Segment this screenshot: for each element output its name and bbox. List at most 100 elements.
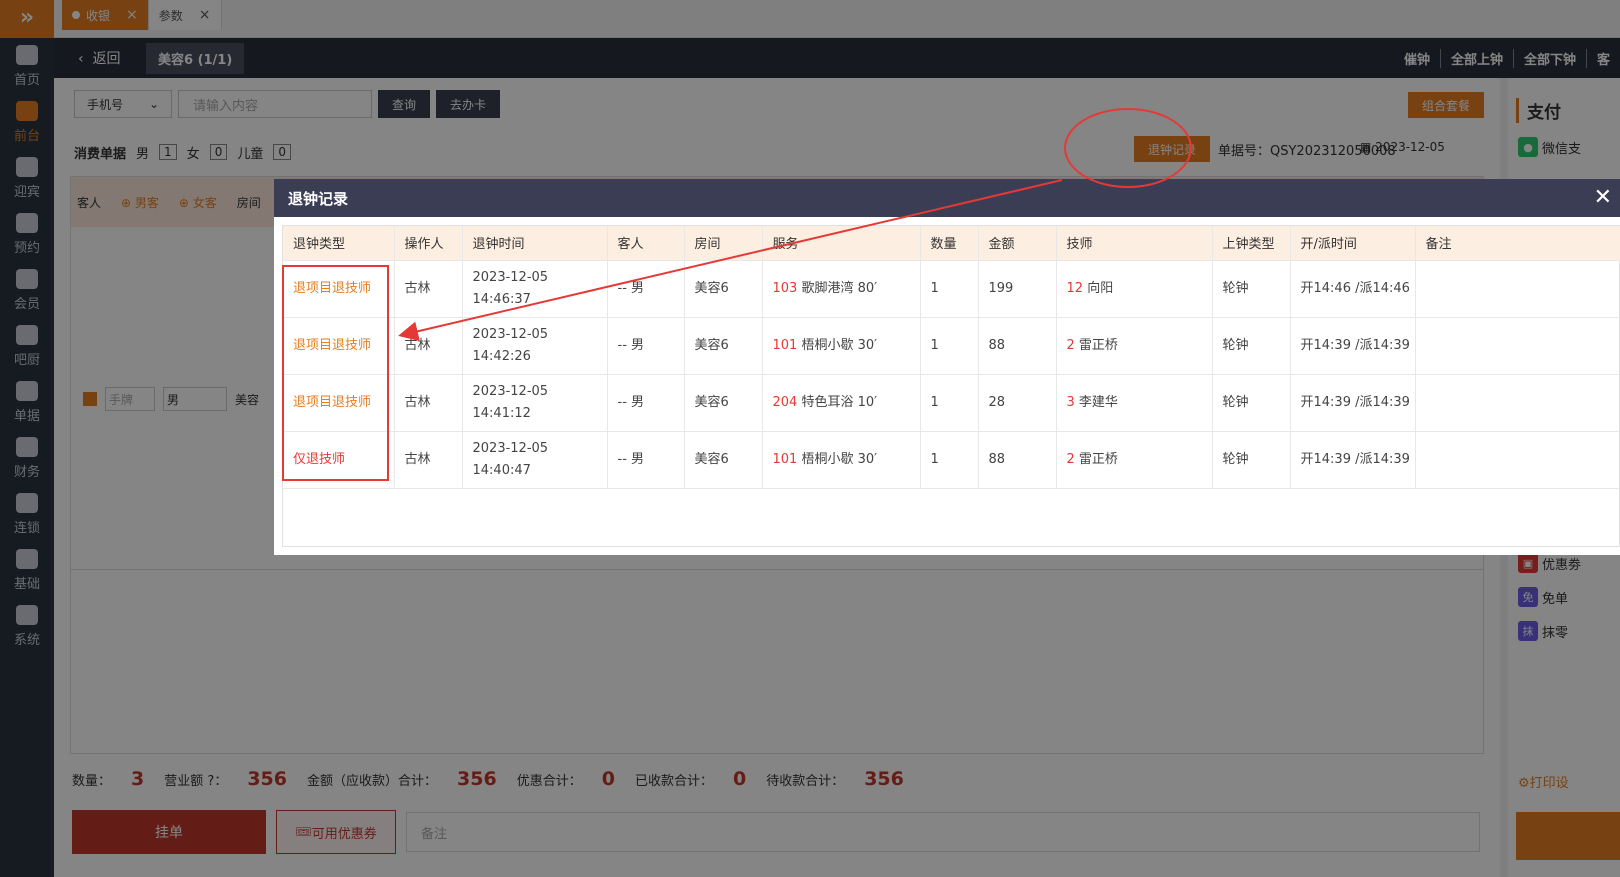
sidebar-item-3[interactable]: 预约 xyxy=(0,206,54,262)
room-chip[interactable]: 美容6 (1/1) xyxy=(146,42,245,74)
help-icon[interactable]: ? xyxy=(207,774,214,789)
room-cell: 美容6 xyxy=(684,260,763,318)
amount-cell: 88 xyxy=(978,317,1057,375)
sidebar-item-9[interactable]: 基础 xyxy=(0,542,54,598)
header-actions: 催钟 全部上钟 全部下钟 客 xyxy=(1394,48,1620,68)
room-value: 美容 xyxy=(235,392,260,407)
print-label: 打印设 xyxy=(1529,776,1569,791)
service-cell: 103 歌脚港湾 80′ xyxy=(762,260,921,318)
note-cell xyxy=(1415,431,1620,489)
erase-label: 抹零 xyxy=(1542,625,1569,641)
bill-date: ▦ 2023-12-05 xyxy=(1360,140,1445,154)
pay-coupon[interactable]: ▣ 优惠劵 xyxy=(1518,553,1620,573)
received-label: 已收款合计： xyxy=(634,774,713,789)
sidebar-item-label: 财务 xyxy=(13,464,40,480)
search-type-select[interactable]: 手机号 ⌄ xyxy=(74,90,172,118)
sidebar-item-label: 会员 xyxy=(13,296,40,312)
add-male-label: 男客 xyxy=(134,195,159,210)
print-settings-link[interactable]: ⚙打印设 xyxy=(1518,772,1569,791)
collapse-icon[interactable]: » xyxy=(0,0,54,38)
hang-order-button[interactable]: 挂单 xyxy=(72,810,266,854)
row-checkbox[interactable] xyxy=(83,392,97,406)
sidebar-item-label: 单据 xyxy=(13,408,40,424)
more-button[interactable]: 客 xyxy=(1585,48,1620,68)
close-icon[interactable]: × xyxy=(126,7,138,23)
free-label: 免单 xyxy=(1542,591,1569,607)
tab-params[interactable]: 参数 × xyxy=(148,0,222,30)
open_time-cell: 开14:39 /派14:39 xyxy=(1290,374,1416,432)
female-label: 女 xyxy=(186,146,200,162)
revenue-value: 356 xyxy=(247,768,287,790)
technician-number: 2 xyxy=(1066,451,1075,467)
tab-cashier[interactable]: 收银 × xyxy=(62,0,149,30)
coupon-button[interactable]: 🎟 可用优惠券 xyxy=(276,810,396,854)
clock_type-cell: 轮钟 xyxy=(1212,317,1291,375)
query-button[interactable]: 查询 xyxy=(378,90,431,118)
pay-erase[interactable]: 抹抹零 xyxy=(1518,621,1620,641)
sidebar-item-label: 系统 xyxy=(13,632,40,648)
qty-cell: 1 xyxy=(920,317,979,375)
sidebar-item-1[interactable]: 前台 xyxy=(0,94,54,150)
service-number: 101 xyxy=(772,451,798,467)
column-header: 上钟类型 xyxy=(1212,226,1291,261)
service-cell: 101 梧桐小歇 30′ xyxy=(762,317,921,375)
ticket-icon: 🎟 xyxy=(295,824,312,840)
revenue-text: 营业额 xyxy=(164,774,204,789)
all-start-button[interactable]: 全部上钟 xyxy=(1439,48,1513,68)
sidebar-item-6[interactable]: 单据 xyxy=(0,374,54,430)
calendar-icon xyxy=(16,212,38,233)
sidebar-item-4[interactable]: 会员 xyxy=(0,262,54,318)
qty-cell: 1 xyxy=(920,431,979,489)
search-input[interactable]: 请输入内容 xyxy=(178,90,372,118)
room-column: 房间 xyxy=(236,195,261,210)
amount-value: 356 xyxy=(457,768,497,790)
pay-free[interactable]: 免免单 xyxy=(1518,587,1620,607)
service-name: 梧桐小歇 30′ xyxy=(801,451,878,467)
wallet-icon xyxy=(16,436,38,457)
sidebar-item-5[interactable]: 吧厨 xyxy=(0,318,54,374)
pay-wechat[interactable]: ● 微信支 xyxy=(1518,137,1620,157)
amount-label: 金额（应收款）合计： xyxy=(307,774,438,789)
open_time-cell: 开14:39 /派14:39 xyxy=(1290,317,1416,375)
urge-button[interactable]: 催钟 xyxy=(1394,49,1440,68)
reception-icon xyxy=(16,156,38,177)
pay-button[interactable] xyxy=(1516,812,1620,860)
technician-number: 12 xyxy=(1066,280,1084,296)
back-button[interactable]: ‹ 返回 xyxy=(54,48,144,68)
column-header: 退钟时间 xyxy=(462,226,608,261)
sidebar-item-10[interactable]: 系统 xyxy=(0,598,54,654)
annotation-circle xyxy=(1064,108,1192,188)
gender-select[interactable]: 男 xyxy=(163,387,227,411)
add-female-button[interactable]: ⊕ 女客 xyxy=(179,194,217,211)
footer-actions: 挂单 🎟 可用优惠券 备注 xyxy=(72,810,1480,854)
time-cell: 2023-12-05 14:40:47 xyxy=(462,431,608,489)
hand-tag-input[interactable]: 手牌 xyxy=(105,387,155,411)
add-female-label: 女客 xyxy=(192,195,217,210)
all-end-button[interactable]: 全部下钟 xyxy=(1512,48,1586,68)
column-header: 服务 xyxy=(762,226,921,261)
sidebar-item-0[interactable]: 首页 xyxy=(0,38,54,94)
dialog-title: 退钟记录 xyxy=(288,189,349,208)
combo-button[interactable]: 组合套餐 xyxy=(1407,92,1484,118)
add-male-button[interactable]: ⊕ 男客 xyxy=(121,194,159,211)
room-cell: 美容6 xyxy=(684,431,763,489)
sidebar-item-7[interactable]: 财务 xyxy=(0,430,54,486)
clock_type-cell: 轮钟 xyxy=(1212,431,1291,489)
technician-name: 李建华 xyxy=(1078,394,1118,410)
remark-input[interactable]: 备注 xyxy=(406,812,1480,852)
close-icon[interactable]: ✕ xyxy=(1594,185,1612,210)
male-count: 1 xyxy=(159,144,177,160)
close-icon[interactable]: × xyxy=(199,7,211,23)
card-button[interactable]: 去办卡 xyxy=(436,90,501,118)
tab-label: 参数 xyxy=(158,8,183,23)
sidebar-item-2[interactable]: 迎宾 xyxy=(0,150,54,206)
operator-cell: 古林 xyxy=(394,431,463,489)
coupon-icon: ▣ xyxy=(1518,553,1538,573)
column-header: 房间 xyxy=(684,226,763,261)
column-header: 备注 xyxy=(1415,226,1620,261)
grid-empty-area xyxy=(70,570,1484,754)
search-row: 手机号 ⌄ 请输入内容 查询 去办卡 xyxy=(74,90,501,118)
guest-cell: -- 男 xyxy=(607,317,685,375)
clock_type-cell: 轮钟 xyxy=(1212,374,1291,432)
sidebar-item-8[interactable]: 连锁 xyxy=(0,486,54,542)
